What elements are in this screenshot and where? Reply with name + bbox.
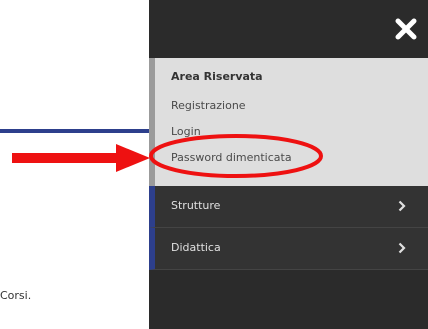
side-menu: Area Riservata Registrazione Login Passw… [149,0,428,329]
menu-section-label: Strutture [171,199,221,212]
close-icon[interactable] [394,17,418,41]
reserved-area-title: Area Riservata [171,70,263,83]
reserved-area-section: Area Riservata Registrazione Login Passw… [149,58,428,186]
forgot-password-link[interactable]: Password dimenticata [171,151,292,164]
menu-section-label: Didattica [171,241,221,254]
page-divider-line [0,129,150,133]
chevron-right-icon [398,242,406,254]
page-text-fragment: Corsi. [0,289,32,302]
menu-header [149,0,428,58]
registration-link[interactable]: Registrazione [171,99,246,112]
menu-section-didattica[interactable]: Didattica [149,228,428,270]
login-link[interactable]: Login [171,125,201,138]
chevron-right-icon [398,200,406,212]
menu-section-strutture[interactable]: Strutture [149,186,428,228]
screenshot-stage: Corsi. Area Riservata Registrazione Logi… [0,0,428,329]
annotation-arrow [12,144,150,172]
